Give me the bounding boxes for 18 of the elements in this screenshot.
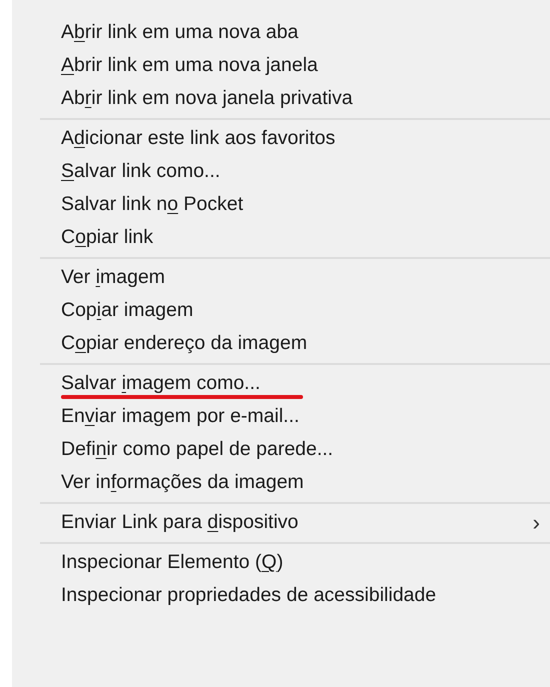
menu-item[interactable]: Salvar imagem como... <box>12 367 550 400</box>
menu-item[interactable]: Enviar imagem por e-mail... <box>12 400 550 433</box>
menu-item[interactable]: Abrir link em nova janela privativa <box>12 82 550 115</box>
menu-item[interactable]: Ver informações da imagem <box>12 466 550 499</box>
submenu-arrow: › <box>532 510 540 536</box>
menu-item[interactable]: Copiar link <box>12 221 550 254</box>
menu-item[interactable]: Inspecionar propriedades de acessibilidade <box>12 579 550 612</box>
menu-item[interactable]: Salvar link como... <box>12 155 550 188</box>
menu-item[interactable]: Abrir link em uma nova janela <box>12 49 550 82</box>
menu-item[interactable]: Copiar imagem <box>12 294 550 327</box>
menu-item[interactable]: Ver imagem <box>12 261 550 294</box>
menu-item[interactable]: Abrir link em uma nova aba <box>12 16 550 49</box>
menu-item[interactable]: Copiar endereço da imagem <box>12 327 550 360</box>
menu-item[interactable]: Inspecionar Elemento (Q) <box>12 546 550 579</box>
menu-item[interactable]: Adicionar este link aos favoritos <box>12 122 550 155</box>
menu-item[interactable]: Definir como papel de parede... <box>12 433 550 466</box>
menu-item[interactable]: Salvar link no Pocket <box>12 188 550 221</box>
menu-item[interactable]: Enviar Link para dispositivo › <box>12 506 550 539</box>
